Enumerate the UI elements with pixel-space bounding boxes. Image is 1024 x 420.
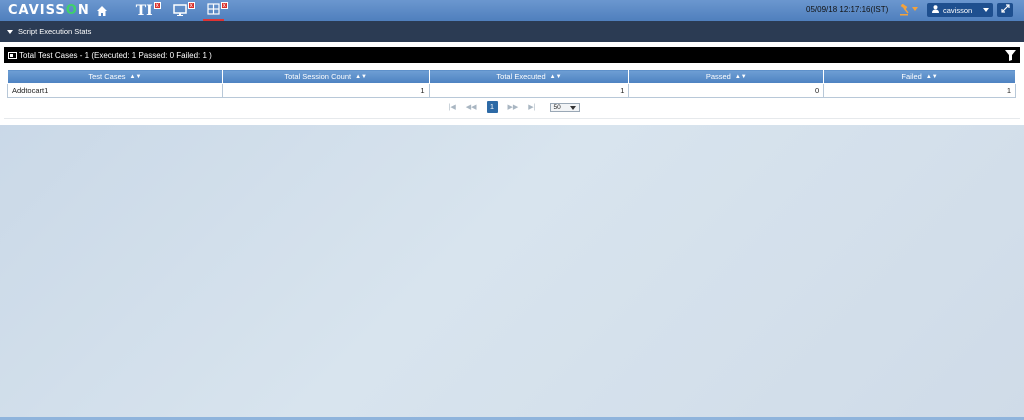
section-header-script-execution-stats[interactable]: Script Execution Stats: [0, 21, 1024, 42]
last-page-icon[interactable]: ▶|: [528, 103, 535, 111]
section-title: Script Execution Stats: [18, 27, 92, 36]
rows-per-page-select[interactable]: 50: [550, 102, 581, 112]
tab-grid-close-icon[interactable]: x: [220, 2, 228, 9]
sort-icon: ▲▼: [549, 74, 562, 81]
user-icon: [932, 5, 939, 15]
table-header-row: Test Cases ▲▼ Total Session Count ▲▼ Total…: [7, 69, 1016, 84]
page-button-current[interactable]: 1: [486, 101, 498, 113]
gavel-icon[interactable]: [899, 3, 911, 19]
expand-icon: [1000, 4, 1010, 15]
tab-ti-label: TI: [135, 2, 153, 19]
tab-ti-close-icon[interactable]: x: [153, 2, 161, 9]
divider: [4, 118, 1020, 119]
first-page-icon[interactable]: |◀: [449, 103, 456, 111]
column-header-total-session-count[interactable]: Total Session Count ▲▼: [221, 69, 430, 84]
column-header-total-executed[interactable]: Total Executed ▲▼: [428, 69, 630, 84]
tab-monitor[interactable]: x: [169, 0, 195, 21]
sort-icon: ▲▼: [129, 74, 142, 81]
chevron-down-icon: [570, 105, 577, 110]
paginator: |◀ ◀◀ 1 ▶▶ ▶| 50: [0, 101, 1024, 113]
user-name: cavisson: [943, 5, 973, 15]
column-header-test-cases[interactable]: Test Cases ▲▼: [7, 69, 223, 84]
sort-icon: ▲▼: [355, 74, 367, 81]
next-page-icon[interactable]: ▶▶: [508, 103, 519, 111]
stats-table: Test Cases ▲▼ Total Session Count ▲▼ Total…: [7, 69, 1016, 98]
top-bar: CAVISSON TI x x x 05/09/18 12:17:16(IST)…: [0, 0, 1024, 21]
tab-monitor-close-icon[interactable]: x: [187, 2, 195, 9]
logo: CAVISSON: [8, 3, 90, 18]
cell-total-session-count: 1: [221, 83, 430, 98]
monitor-icon: [172, 3, 187, 18]
stats-panel: Total Test Cases - 1 (Executed: 1 Passed…: [0, 42, 1024, 125]
datetime: 05/09/18 12:17:16(IST): [806, 5, 889, 14]
user-menu-button[interactable]: cavisson: [927, 3, 993, 17]
tab-ti[interactable]: TI x: [132, 0, 161, 21]
sort-icon: ▲▼: [925, 74, 938, 81]
tab-strip: TI x x x: [132, 0, 236, 21]
column-header-failed[interactable]: Failed ▲▼: [823, 69, 1016, 84]
tab-grid[interactable]: x: [202, 0, 228, 21]
table-row[interactable]: Addtocart1 1 1 0 1: [7, 83, 1016, 98]
cell-total-executed: 1: [428, 83, 630, 98]
rows-per-page-value: 50: [553, 103, 561, 111]
home-icon[interactable]: [96, 5, 108, 17]
prev-page-icon[interactable]: ◀◀: [466, 103, 477, 111]
id-card-icon: [8, 51, 17, 59]
filter-icon[interactable]: [1005, 50, 1016, 61]
chevron-down-icon: [983, 8, 989, 12]
collapse-caret-icon: [7, 29, 13, 34]
cell-passed: 0: [628, 83, 825, 98]
panel-header: Total Test Cases - 1 (Executed: 1 Passed…: [4, 47, 1020, 63]
grid-plus-icon: [207, 2, 220, 17]
cell-test-case: Addtocart1: [7, 83, 223, 98]
panel-title: Total Test Cases - 1 (Executed: 1 Passed…: [19, 50, 212, 60]
gavel-dropdown-icon[interactable]: [912, 7, 918, 11]
cell-failed: 1: [823, 83, 1016, 98]
sort-icon: ▲▼: [734, 74, 747, 81]
expand-button[interactable]: [997, 3, 1013, 17]
column-header-passed[interactable]: Passed ▲▼: [628, 69, 825, 84]
